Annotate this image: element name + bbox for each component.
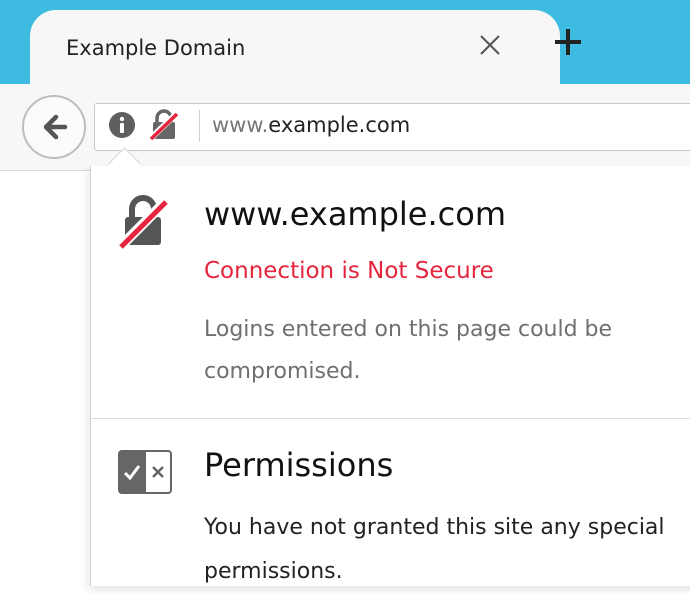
tab-title: Example Domain — [66, 36, 246, 60]
connection-description: Logins entered on this page could be com… — [204, 317, 613, 384]
insecure-lock-icon — [114, 193, 172, 251]
url-domain: example.com — [268, 113, 411, 137]
insecure-lock-icon[interactable] — [146, 108, 182, 142]
close-icon[interactable] — [474, 29, 506, 61]
back-button[interactable] — [22, 95, 86, 159]
plus-icon[interactable] — [550, 24, 586, 60]
url-text[interactable]: www.example.com — [212, 113, 410, 137]
info-icon[interactable] — [107, 110, 137, 140]
url-separator — [199, 110, 200, 142]
tab-example-domain[interactable]: Example Domain — [30, 10, 560, 90]
url-prefix: www. — [212, 113, 269, 137]
panel-divider — [91, 418, 690, 419]
connection-status: Connection is Not Secure — [204, 258, 494, 284]
permissions-title: Permissions — [204, 446, 394, 484]
permissions-icon — [118, 450, 172, 494]
site-host: www.example.com — [204, 195, 506, 233]
arrow-left-icon — [43, 114, 68, 140]
permissions-description: You have not granted this site any speci… — [204, 515, 665, 584]
